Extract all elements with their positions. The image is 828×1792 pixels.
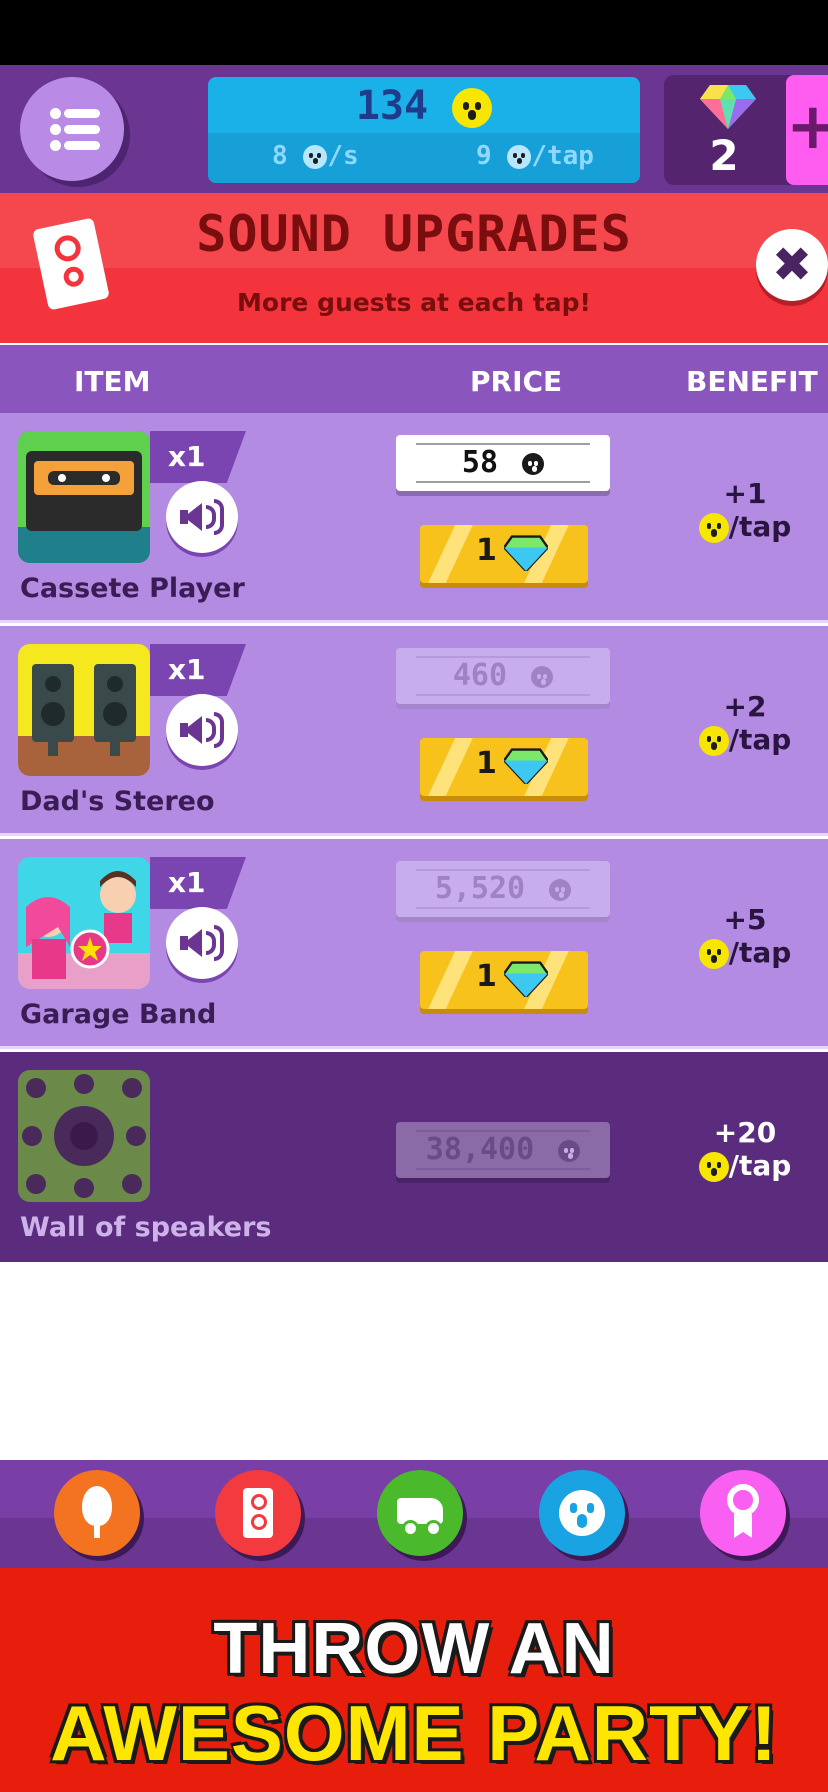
- nav-decorations-button[interactable]: [54, 1470, 140, 1556]
- buy-with-gems-button[interactable]: 1: [420, 738, 588, 796]
- add-gems-button[interactable]: +: [786, 75, 828, 185]
- column-price: PRICE: [470, 365, 563, 398]
- wall-of-speakers-icon: [18, 1070, 150, 1202]
- guest-face-icon: [698, 939, 729, 969]
- status-bar: [0, 0, 828, 65]
- quantity-badge: x1: [150, 857, 246, 909]
- nav-achievements-button[interactable]: [700, 1470, 786, 1556]
- speaker-icon: [184, 929, 202, 957]
- column-headers: ITEM PRICE BENEFIT: [0, 345, 828, 413]
- close-button[interactable]: ✖: [756, 229, 828, 301]
- guests-per-tap: 9 /tap: [476, 141, 594, 171]
- guest-face-icon: [559, 1490, 605, 1536]
- benefit: +2 /tap: [690, 690, 800, 756]
- item-name: Dad's Stereo: [20, 786, 215, 817]
- buy-with-guests-button[interactable]: 5,520: [396, 861, 610, 917]
- buy-with-gems-button[interactable]: 1: [420, 951, 588, 1009]
- gem-icon: [700, 85, 756, 129]
- preview-sound-button[interactable]: [166, 907, 238, 979]
- guest-face-icon: [698, 726, 729, 756]
- benefit: +5 /tap: [690, 903, 800, 969]
- speaker-icon: [184, 716, 202, 744]
- preview-sound-button[interactable]: [166, 481, 238, 553]
- page-title: SOUND UPGRADES: [196, 205, 632, 263]
- speaker-icon: [184, 503, 202, 531]
- buy-with-guests-button[interactable]: 58: [396, 435, 610, 491]
- item-name: Cassete Player: [20, 573, 245, 604]
- promo-line-2: AWESOME PARTY!: [50, 1689, 778, 1777]
- guest-face-icon: [522, 452, 545, 475]
- item-name: Garage Band: [20, 999, 217, 1030]
- sound-upgrades-header: SOUND UPGRADES More guests at each tap! …: [0, 193, 828, 343]
- gem-icon: [504, 748, 548, 784]
- nav-sound-button[interactable]: [215, 1470, 301, 1556]
- buy-with-guests-button[interactable]: 460: [396, 648, 610, 704]
- guest-face-icon: [549, 878, 572, 901]
- nav-guests-button[interactable]: [539, 1470, 625, 1556]
- guest-face-icon: [452, 88, 493, 128]
- guest-count: 134: [208, 83, 640, 129]
- cassette-player-icon: [18, 431, 150, 563]
- guests-per-second: 8 /s: [272, 141, 359, 171]
- promo-line-1: THROW AN: [213, 1609, 615, 1689]
- buy-with-guests-button[interactable]: 38,400: [396, 1122, 610, 1178]
- guest-face-icon: [698, 513, 729, 543]
- stereo-speakers-icon: [18, 644, 150, 776]
- gem-icon: [504, 961, 548, 997]
- gem-balance: 2 +: [664, 75, 828, 185]
- quantity-badge: x1: [150, 431, 246, 483]
- ribbon-icon: [727, 1484, 759, 1516]
- column-item: ITEM: [74, 365, 151, 398]
- guest-face-icon: [698, 1152, 729, 1182]
- benefit: +1 /tap: [690, 477, 800, 543]
- menu-icon: [50, 108, 100, 119]
- preview-sound-button[interactable]: [166, 694, 238, 766]
- buy-with-gems-button[interactable]: 1: [420, 525, 588, 583]
- gem-count: 2: [709, 131, 739, 180]
- van-icon: [397, 1498, 443, 1537]
- guest-face-icon: [558, 1139, 581, 1162]
- upgrade-row-locked: Wall of speakers 38,400 +20 /tap: [0, 1052, 828, 1262]
- promo-banner: THROW AN AWESOME PARTY!: [0, 1568, 828, 1792]
- balloon-icon: [82, 1486, 112, 1538]
- benefit: +20 /tap: [690, 1116, 800, 1182]
- guest-face-icon: [303, 144, 328, 169]
- quantity-badge: x1: [150, 644, 246, 696]
- speaker-icon: [243, 1488, 273, 1538]
- item-name: Wall of speakers: [20, 1212, 272, 1243]
- upgrade-row: x1 Garage Band 5,520 1 +5 /tap: [0, 839, 828, 1049]
- garage-band-icon: [18, 857, 150, 989]
- top-bar: 134 8 /s 9 /tap 2 +: [0, 65, 828, 193]
- menu-button[interactable]: [20, 77, 124, 181]
- upgrade-row: x1 Dad's Stereo 460 1 +2 /tap: [0, 626, 828, 836]
- gem-icon: [504, 535, 548, 571]
- bottom-nav: [0, 1460, 828, 1568]
- page-subtitle: More guests at each tap!: [237, 288, 591, 317]
- nav-delivery-button[interactable]: [377, 1470, 463, 1556]
- guest-face-icon: [507, 144, 532, 169]
- upgrade-row: x1 Cassete Player 58 1 +1 /tap: [0, 413, 828, 623]
- guest-face-icon: [531, 665, 554, 688]
- guest-counter: 134 8 /s 9 /tap: [208, 77, 640, 183]
- column-benefit: BENEFIT: [686, 365, 818, 398]
